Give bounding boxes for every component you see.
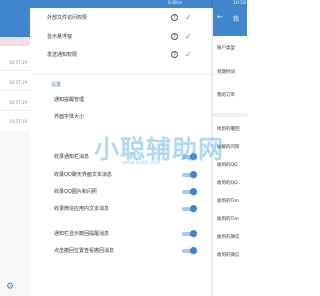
left-highlight-bar bbox=[0, 37, 30, 46]
setting-row-toggle[interactable]: 收录QQ聊天界面文本消息 bbox=[30, 168, 213, 182]
message-time: 10:57:19 bbox=[9, 60, 27, 65]
toggle-switch[interactable] bbox=[180, 230, 198, 237]
left-message-card: 10:57:19 10:57:19 10:57:19 10:57:19 bbox=[0, 46, 30, 131]
left-empty-area bbox=[0, 131, 30, 296]
help-icon[interactable]: ? bbox=[171, 51, 178, 58]
permission-row[interactable]: 外部文件访问权限 ? ✓ bbox=[30, 11, 213, 25]
left-panel: 10:57:19 10:57:19 10:57:19 10:57:19 ⚙ bbox=[0, 0, 30, 296]
profile-item[interactable]: 收到的微信 bbox=[217, 252, 240, 258]
permission-label: 外部文件访问权限 bbox=[47, 15, 88, 21]
setting-label: 界面字体大小 bbox=[54, 114, 85, 120]
help-icon[interactable]: ? bbox=[171, 33, 178, 40]
status-time: 10:59 bbox=[233, 1, 246, 6]
section-divider bbox=[30, 74, 213, 75]
setting-row-toggle[interactable]: 点击撤回位置查看撤回消息 bbox=[30, 244, 213, 258]
toggle-switch[interactable] bbox=[180, 171, 198, 178]
setting-row-font-size[interactable]: 界面字体大小 bbox=[30, 110, 213, 124]
back-arrow-icon[interactable]: ← bbox=[217, 13, 223, 21]
help-icon[interactable]: ? bbox=[171, 14, 178, 21]
left-header bbox=[0, 0, 30, 37]
setting-label: 收录QQ图片和闪照 bbox=[54, 189, 97, 195]
message-time: 10:57:19 bbox=[9, 100, 27, 105]
divider bbox=[0, 90, 30, 91]
divider bbox=[0, 70, 30, 71]
setting-label: 点击撤回位置查看撤回消息 bbox=[54, 248, 115, 254]
check-icon: ✓ bbox=[185, 50, 192, 59]
profile-header: 10:59 ← 我 bbox=[213, 0, 247, 36]
check-icon: ✓ bbox=[185, 32, 192, 41]
profile-item[interactable]: 到期时间 bbox=[217, 69, 235, 75]
setting-label: 收录微信应用内文本消息 bbox=[54, 206, 110, 212]
permission-row[interactable]: 发送通知权限 ? ✓ bbox=[30, 48, 213, 62]
setting-label: 收录QQ聊天界面文本消息 bbox=[54, 172, 112, 178]
gear-icon[interactable]: ⚙ bbox=[6, 282, 14, 292]
toggle-switch[interactable] bbox=[180, 205, 198, 212]
setting-row-toggle[interactable]: 收录微信应用内文本消息 bbox=[30, 202, 213, 216]
setting-label: 通知栏显示撤回提醒消息 bbox=[54, 231, 110, 237]
toggle-switch[interactable] bbox=[180, 188, 198, 195]
profile-item[interactable]: 我的订单 bbox=[217, 92, 235, 98]
network-speed: 0.6K/s bbox=[168, 1, 182, 6]
profile-item[interactable]: 收到的QQ bbox=[217, 180, 238, 186]
section-title: 设置 bbox=[51, 82, 62, 88]
status-bar: 0.6K/s bbox=[30, 0, 213, 8]
profile-item[interactable]: 收到的微信 bbox=[217, 234, 240, 240]
check-icon: ✓ bbox=[185, 13, 192, 22]
section-divider bbox=[213, 113, 247, 117]
setting-row-toggle[interactable]: 收录QQ图片和闪照 bbox=[30, 185, 213, 199]
watermark-url: www.Xcb8.com bbox=[122, 160, 161, 166]
setting-row-toggle[interactable]: 通知栏显示撤回提醒消息 bbox=[30, 227, 213, 241]
divider bbox=[0, 110, 30, 111]
permission-label: 发送通知权限 bbox=[47, 52, 78, 58]
profile-item[interactable]: 收到的Tim bbox=[217, 216, 239, 222]
setting-label: 通知提醒管理 bbox=[54, 97, 85, 103]
profile-item[interactable]: 收到的Tim bbox=[217, 198, 239, 204]
setting-label: 收录通知栏消息 bbox=[54, 154, 90, 160]
permission-row[interactable]: 显示悬浮窗 ? ✓ bbox=[30, 30, 213, 44]
toggle-switch[interactable] bbox=[180, 247, 198, 254]
page-title: 我 bbox=[233, 16, 240, 23]
permission-label: 显示悬浮窗 bbox=[47, 34, 73, 40]
setting-row-notification-manage[interactable]: 通知提醒管理 bbox=[30, 93, 213, 107]
message-time: 10:57:19 bbox=[9, 119, 27, 124]
profile-item[interactable]: 账户类型 bbox=[217, 45, 235, 51]
message-time: 10:57:19 bbox=[9, 80, 27, 85]
